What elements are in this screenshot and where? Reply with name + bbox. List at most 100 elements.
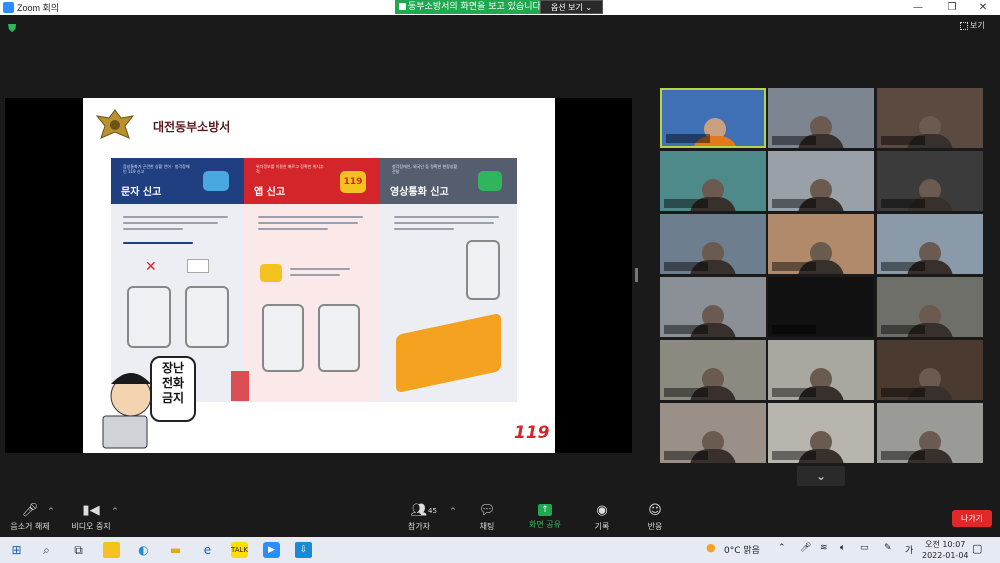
mail-icon [187,259,209,273]
participant-video-tile[interactable] [660,277,766,337]
no-call-icon: ✕ [145,259,157,275]
participant-name-tag [881,325,925,334]
participant-video-tile[interactable] [768,340,874,400]
minimize-button[interactable]: — [903,0,933,15]
record-button[interactable]: ◉ 기록 [591,504,613,532]
leave-meeting-button[interactable]: 나가기 [952,510,992,527]
slide-org-name: 대전동부소방서 [153,120,231,134]
participant-video-tile[interactable] [877,340,983,400]
panel-subtitle: 위치정보를 이용한 빠르고 정확한 위치추적 [256,164,324,174]
sticky-notes-icon[interactable] [103,542,120,558]
participant-video-tile[interactable] [660,403,766,463]
video-call-icon [478,171,502,191]
phone-illustration [318,304,360,372]
view-options-button[interactable]: 옵션 보기 ⌄ [540,0,603,14]
warning-line: 금지 [161,391,185,405]
smiley-icon: ☺ [648,503,662,518]
wifi-icon[interactable]: ≋ [820,543,828,553]
participant-video-tile[interactable] [660,88,766,148]
zoom-app-icon [3,2,14,13]
phone-illustration [127,286,171,348]
stop-video-label: 비디오 중지 [71,522,111,531]
participant-video-tile[interactable] [768,88,874,148]
task-view-icon[interactable]: ⧉ [70,542,87,558]
phone-illustration [262,304,304,372]
record-label: 기록 [594,522,610,531]
participant-name-tag [664,325,708,334]
security-shield-icon[interactable]: ⛊ [8,23,19,34]
reactions-button[interactable]: ☺ 반응 [644,504,666,532]
weather-text[interactable]: 0°C 맑음 [724,543,760,556]
participants-options-caret[interactable]: ^ [450,507,456,515]
screen-share-banner: 동부소방서의 화면을 보고 있습니다 [395,0,541,14]
shared-slide: 대전동부소방서 음성통화가 곤란한 상황 언어 · 청각장애인 119 신고 문… [83,98,555,453]
notification-icon[interactable]: ▢ [972,542,982,555]
video-options-caret[interactable]: ^ [112,507,118,515]
participant-video-tile[interactable] [877,277,983,337]
panel-header: 위치정보를 이용한 빠르고 정확한 위치추적 앱 신고 119 [244,158,380,204]
participant-name-tag [881,136,925,145]
participant-video-tile[interactable] [877,214,983,274]
stop-video-button[interactable]: ▮◀ 비디오 중지 [68,504,114,532]
file-explorer-icon[interactable]: ▬ [167,542,184,558]
microphone-tray-icon[interactable]: 🎤︎ [800,543,811,553]
panel-body [380,204,517,402]
participant-video-tile[interactable] [877,88,983,148]
view-button[interactable]: 보기 [960,20,985,31]
share-banner-text: 동부소방서의 화면을 보고 있습니다 [408,2,541,12]
participant-name-tag [772,136,816,145]
participant-name-tag [664,262,708,271]
chat-button[interactable]: 💬︎ 채팅 [476,504,498,532]
participant-name-tag [881,262,925,271]
internet-explorer-icon[interactable]: e [199,542,216,558]
fire-department-emblem-icon [95,109,135,139]
participant-count: 45 [428,507,437,515]
video-report-panel: 청각장애인, 외국인 등 정확한 현장상황 전달 영상통화 신고 [380,158,517,402]
participant-video-tile[interactable] [877,151,983,211]
participant-name-tag [666,134,710,143]
panel-body [244,204,380,402]
maximize-button[interactable]: ❐ [937,0,967,15]
gallery-scroll-down-button[interactable]: ⌄ [797,466,845,486]
participant-name-tag [772,451,816,460]
panel-title: 문자 신고 [121,187,162,198]
unmute-button[interactable]: 🎤︎ 음소거 해제 [8,504,52,532]
volume-icon[interactable]: 🔈︎ [840,543,845,553]
tray-expand-icon[interactable]: ⌃ [778,543,786,553]
audio-options-caret[interactable]: ^ [48,507,54,515]
participant-name-tag [881,199,925,208]
participant-video-tile[interactable] [768,151,874,211]
edge-browser-icon[interactable]: ◐ [135,542,152,558]
prank-call-warning: 장난 전화 금지 [150,356,196,422]
close-button[interactable]: ✕ [968,0,998,15]
participant-name-tag [664,388,708,397]
share-screen-label: 화면 공유 [529,520,561,529]
pen-icon[interactable]: ✎ [884,543,892,553]
participant-name-tag [772,325,816,334]
video-camera-icon: ▮◀ [82,503,100,518]
ime-indicator[interactable]: 가 [905,543,913,556]
kakaotalk-icon[interactable]: TALK [231,542,248,558]
participant-video-tile[interactable] [660,214,766,274]
system-clock[interactable]: 오전 10:07 2022-01-04 [922,539,969,561]
pane-splitter-handle[interactable] [635,268,638,282]
participant-name-tag [772,199,816,208]
participant-video-tile[interactable] [768,214,874,274]
battery-icon[interactable]: ▭ [860,543,869,553]
windows-start-icon[interactable]: ⊞ [8,542,25,558]
app-taskbar-icon[interactable]: ⇩ [295,542,312,558]
search-icon[interactable]: ⌕ [38,542,55,558]
participant-video-tile[interactable] [660,151,766,211]
share-status-icon [399,3,406,10]
zoom-taskbar-icon[interactable]: ▶ [263,542,280,558]
participant-video-tile[interactable] [660,340,766,400]
logo-119: 119 [514,423,550,443]
participant-video-tile[interactable] [768,277,874,337]
app-store-icon [260,264,282,282]
participant-video-tile[interactable] [768,403,874,463]
sun-weather-icon: ● [706,541,716,554]
participant-video-tile[interactable] [877,403,983,463]
share-screen-button[interactable]: ↑ 화면 공유 [527,504,563,530]
muted-microphone-icon: 🎤︎ [21,503,39,518]
record-icon: ◉ [596,503,608,518]
